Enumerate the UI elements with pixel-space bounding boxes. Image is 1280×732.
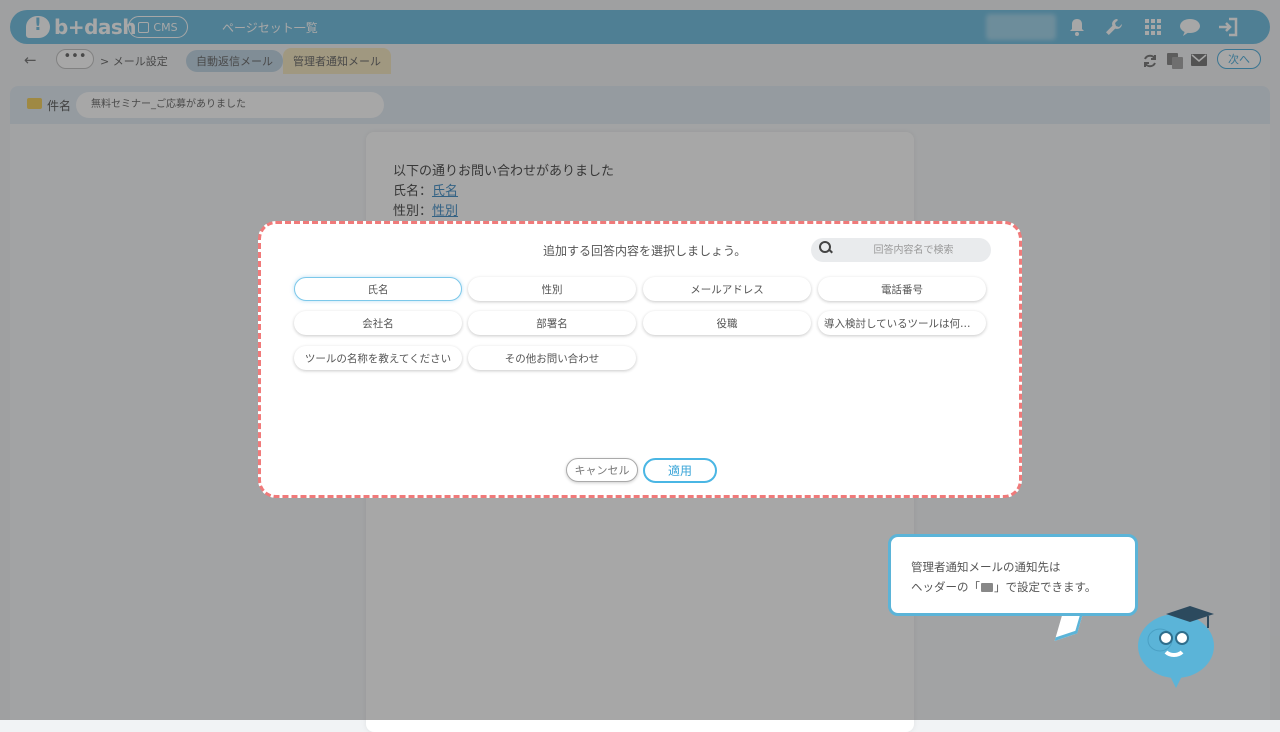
answer-search[interactable] (811, 238, 991, 262)
chip-label: 役職 (716, 317, 738, 330)
answer-search-input[interactable] (841, 238, 986, 262)
answer-chip-email[interactable]: メールアドレス (643, 277, 811, 301)
search-icon (819, 241, 831, 253)
answer-chip-phone[interactable]: 電話番号 (818, 277, 986, 301)
cancel-button[interactable]: キャンセル (566, 458, 638, 482)
chip-label: 部署名 (536, 317, 568, 330)
answer-chip-tool-consideration[interactable]: 導入検討しているツールは何で… (818, 311, 986, 335)
chip-label: ツールの名称を教えてください (304, 352, 452, 365)
answer-select-modal: 追加する回答内容を選択しましょう。 氏名 性別 メールアドレス 電話番号 会社名… (258, 221, 1022, 498)
chip-label: 導入検討しているツールは何で… (824, 317, 980, 330)
mascot-character (1130, 596, 1226, 692)
answer-chip-gender[interactable]: 性別 (468, 277, 636, 301)
answer-chip-department[interactable]: 部署名 (468, 311, 636, 335)
modal-title: 追加する回答内容を選択しましょう。 (543, 244, 747, 258)
tooltip-line-1: 管理者通知メールの通知先は (911, 560, 1061, 574)
answer-chip-tool-name[interactable]: ツールの名称を教えてください (294, 346, 462, 370)
tooltip-line-2-pre: ヘッダーの「 (911, 580, 980, 594)
tooltip-line-2: ヘッダーの「 」で設定できます。 (911, 577, 1135, 597)
answer-chip-name[interactable]: 氏名 (294, 277, 462, 301)
mail-icon (981, 583, 993, 592)
chip-label: その他お問い合わせ (504, 352, 600, 365)
chip-label: 会社名 (362, 317, 394, 330)
answer-chip-other-inquiry[interactable]: その他お問い合わせ (468, 346, 636, 370)
answer-chip-position[interactable]: 役職 (643, 311, 811, 335)
answer-chip-company[interactable]: 会社名 (294, 311, 462, 335)
chip-label: 氏名 (367, 283, 389, 296)
chip-label: メールアドレス (690, 283, 764, 296)
apply-button[interactable]: 適用 (643, 458, 717, 483)
tooltip-line-2-post: 」で設定できます。 (994, 580, 1097, 594)
chip-label: 性別 (541, 283, 563, 296)
help-tooltip: 管理者通知メールの通知先は ヘッダーの「 」で設定できます。 (888, 534, 1138, 616)
chip-label: 電話番号 (881, 283, 923, 296)
